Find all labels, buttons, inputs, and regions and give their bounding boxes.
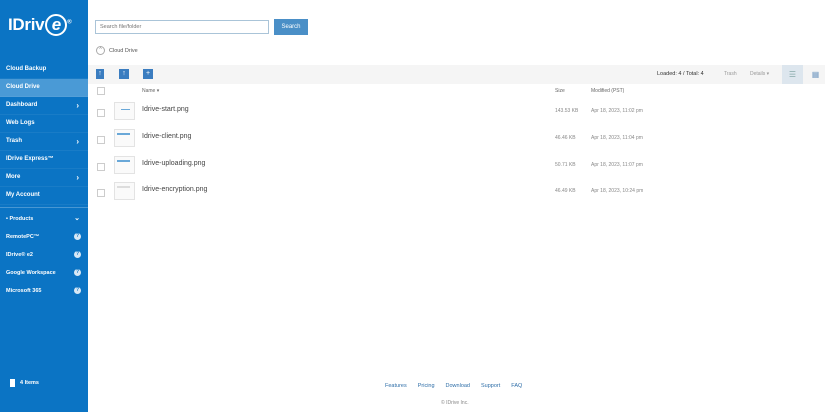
file-name[interactable]: Idrive-uploading.png xyxy=(142,160,205,167)
row-checkbox[interactable] xyxy=(97,136,105,144)
row-checkbox[interactable] xyxy=(97,189,105,197)
logo-e: e xyxy=(45,14,68,36)
search-input[interactable] xyxy=(95,20,269,34)
file-modified: Apr 18, 2023, 11:04 pm xyxy=(591,135,643,141)
sidebar-item-label: Cloud Backup xyxy=(6,66,47,72)
file-size: 46.46 KB xyxy=(555,135,576,141)
footer-link-features[interactable]: Features xyxy=(385,383,407,389)
folder-up-icon[interactable]: ^ xyxy=(96,46,105,55)
product-item-google-workspace[interactable]: Google Workspace? xyxy=(0,264,88,282)
row-checkbox[interactable] xyxy=(97,163,105,171)
search-button[interactable]: Search xyxy=(274,19,308,35)
items-count: 4 Items xyxy=(10,379,39,387)
column-header-modified[interactable]: Modified (PST) xyxy=(591,88,624,94)
product-label: Google Workspace xyxy=(6,270,56,276)
document-icon xyxy=(10,379,15,387)
table-row[interactable]: Idrive-client.png 46.46 KB Apr 18, 2023,… xyxy=(88,127,825,153)
trash-button[interactable]: Trash xyxy=(724,71,737,77)
sidebar-item-label: Dashboard xyxy=(6,102,38,108)
sidebar-item-trash[interactable]: Trash › xyxy=(0,133,88,151)
upload-file-icon[interactable]: ↑ xyxy=(96,69,104,79)
list-view-icon[interactable]: ☰ xyxy=(782,65,803,84)
chevron-right-icon: › xyxy=(76,137,79,146)
logo-text: IDriv xyxy=(8,15,45,34)
file-size: 50.71 KB xyxy=(555,162,576,168)
product-label: IDrive® e2 xyxy=(6,252,33,258)
footer-links: Features Pricing Download Support FAQ xyxy=(385,383,522,389)
footer-link-faq[interactable]: FAQ xyxy=(511,383,522,389)
product-item-remotepc[interactable]: RemotePC™? xyxy=(0,228,88,246)
sidebar-item-label: More xyxy=(6,174,21,180)
chevron-right-icon: › xyxy=(76,101,79,110)
bullet-icon: • xyxy=(6,216,8,222)
column-header-name[interactable]: Name ▾ xyxy=(142,88,159,94)
table-row[interactable]: Idrive-start.png 143.53 KB Apr 18, 2023,… xyxy=(88,100,825,126)
new-folder-icon[interactable]: + xyxy=(143,69,153,79)
sidebar-item-label: Cloud Drive xyxy=(6,84,40,90)
help-icon[interactable]: ? xyxy=(74,287,81,294)
loaded-count: Loaded: 4 / Total: 4 xyxy=(657,71,704,77)
file-thumbnail xyxy=(114,156,135,174)
file-name[interactable]: Idrive-encryption.png xyxy=(142,186,207,193)
sidebar: IDriv e ® Cloud Backup Cloud Drive Dashboa… xyxy=(0,0,88,412)
grid-view-icon[interactable]: ▦ xyxy=(806,65,825,84)
table-row[interactable]: Idrive-encryption.png 46.49 KB Apr 18, 2… xyxy=(88,180,825,206)
sidebar-item-label: IDrive Express™ xyxy=(6,156,54,162)
toolbar: ↑ ↑ + Loaded: 4 / Total: 4 Trash Details… xyxy=(88,65,825,84)
sidebar-item-label: Trash xyxy=(6,138,23,144)
main-panel: Search ^ Cloud Drive ↑ ↑ + Loaded: 4 / T… xyxy=(88,0,825,412)
help-icon[interactable]: ? xyxy=(74,269,81,276)
sidebar-item-cloud-drive[interactable]: Cloud Drive xyxy=(0,79,88,97)
file-name[interactable]: Idrive-client.png xyxy=(142,133,191,140)
products-label: Products xyxy=(9,216,34,222)
sidebar-item-cloud-backup[interactable]: Cloud Backup xyxy=(0,61,88,79)
sidebar-item-web-logs[interactable]: Web Logs xyxy=(0,115,88,133)
copyright: © IDrive Inc. xyxy=(441,400,469,406)
sidebar-item-label: Web Logs xyxy=(6,120,35,126)
logo-mark: ® xyxy=(67,19,72,26)
sidebar-item-my-account[interactable]: My Account xyxy=(0,187,88,205)
file-size: 143.53 KB xyxy=(555,108,579,114)
file-modified: Apr 18, 2023, 11:07 pm xyxy=(591,162,643,168)
product-label: Microsoft 365 xyxy=(6,288,42,294)
file-name[interactable]: Idrive-start.png xyxy=(142,106,189,113)
file-modified: Apr 18, 2023, 10:24 pm xyxy=(591,188,644,194)
items-count-label: 4 Items xyxy=(20,380,39,386)
file-thumbnail xyxy=(114,129,135,147)
file-thumbnail xyxy=(114,182,135,200)
breadcrumb: ^ Cloud Drive xyxy=(96,46,138,55)
file-thumbnail xyxy=(114,102,135,120)
row-checkbox[interactable] xyxy=(97,109,105,117)
chevron-down-icon: ⌄ xyxy=(74,215,80,222)
help-icon[interactable]: ? xyxy=(74,233,81,240)
product-item-microsoft-365[interactable]: Microsoft 365? xyxy=(0,282,88,300)
footer-link-pricing[interactable]: Pricing xyxy=(418,383,435,389)
upload-folder-icon[interactable]: ↑ xyxy=(119,69,129,79)
chevron-right-icon: › xyxy=(76,173,79,182)
product-label: RemotePC™ xyxy=(6,234,40,240)
details-dropdown[interactable]: Details ▾ xyxy=(750,71,769,77)
products-toggle[interactable]: • Products ⌄ xyxy=(0,210,88,228)
select-all-checkbox[interactable] xyxy=(97,87,105,95)
sidebar-item-more[interactable]: More › xyxy=(0,169,88,187)
sidebar-item-label: My Account xyxy=(6,192,40,198)
sidebar-item-idrive-express[interactable]: IDrive Express™ xyxy=(0,151,88,169)
column-header-size[interactable]: Size xyxy=(555,88,565,94)
breadcrumb-label[interactable]: Cloud Drive xyxy=(109,48,138,54)
help-icon[interactable]: ? xyxy=(74,251,81,258)
file-modified: Apr 18, 2023, 11:02 pm xyxy=(591,108,643,114)
sidebar-divider xyxy=(0,207,88,208)
sidebar-nav: Cloud Backup Cloud Drive Dashboard › Web … xyxy=(0,61,88,300)
table-row[interactable]: Idrive-uploading.png 50.71 KB Apr 18, 20… xyxy=(88,154,825,180)
footer-link-support[interactable]: Support xyxy=(481,383,500,389)
footer-link-download[interactable]: Download xyxy=(446,383,470,389)
product-item-idrive-e2[interactable]: IDrive® e2? xyxy=(0,246,88,264)
file-size: 46.49 KB xyxy=(555,188,576,194)
sidebar-item-dashboard[interactable]: Dashboard › xyxy=(0,97,88,115)
idrive-logo[interactable]: IDriv e ® xyxy=(8,14,72,36)
